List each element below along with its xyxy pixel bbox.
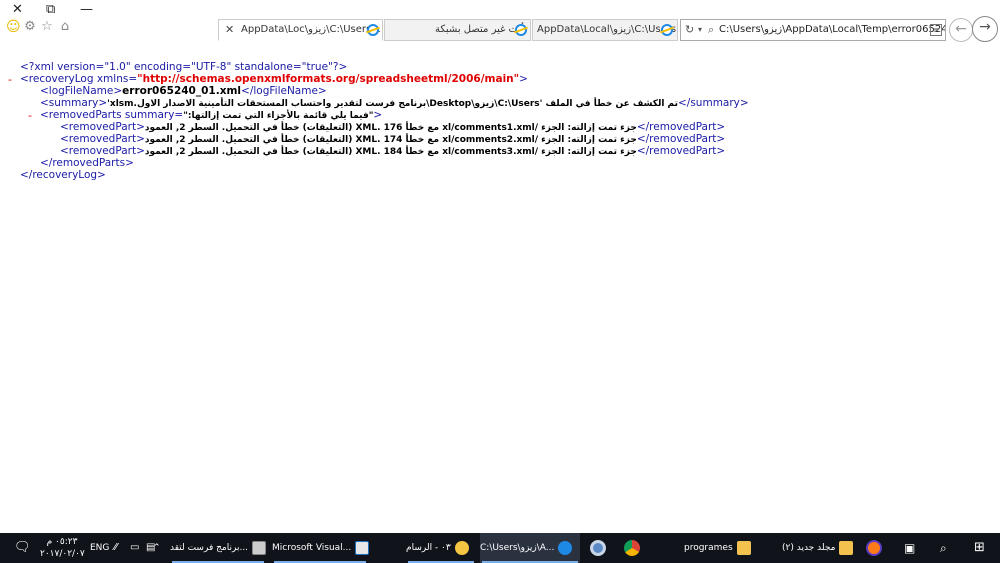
taskbar-item-label: programes (684, 543, 733, 553)
chevron-down-icon[interactable]: ▾ (698, 20, 702, 40)
taskbar-chrome[interactable] (624, 533, 640, 563)
battery-icon[interactable]: ▭ (130, 533, 139, 563)
taskbar: 🗨 ٠٥:٢٣ م ٢٠١٧/٠٢/٠٧ ENG ⁄⁄ ▭ ▤ ⌃ برنامج… (0, 533, 1000, 563)
home-icon[interactable]: ⌂ (58, 20, 72, 34)
tab-close-icon[interactable]: ✕ (225, 20, 234, 40)
ie-icon (558, 540, 573, 555)
taskbar-item-label: ٠٣ - الرسام (406, 543, 451, 553)
windows-start-icon[interactable]: ⊞ (974, 533, 985, 563)
ie-icon (367, 24, 379, 36)
back-button[interactable]: ← (949, 18, 973, 42)
chrome-icon (624, 539, 640, 556)
folder-icon (839, 540, 854, 555)
paint-icon (454, 540, 469, 555)
removed-part-row: <removedPart>جزء تمت إزالته: الجزء /xl/c… (60, 145, 726, 157)
recovery-log-close: </recoveryLog> (20, 169, 106, 181)
search-icon: ⌕ (708, 23, 715, 36)
wifi-icon[interactable]: ⁄⁄ (114, 533, 117, 563)
app-icon (590, 539, 606, 556)
taskbar-item-label: Microsoft Visual... (272, 543, 352, 553)
forward-button[interactable]: → (972, 16, 998, 42)
taskbar-app[interactable] (590, 533, 606, 563)
taskbar-item-label: مجلد جديد (٢) (782, 543, 836, 553)
removed-part-text: جزء تمت إزالته: الجزء /xl/comments3.xml … (144, 147, 637, 157)
tab-appdata[interactable]: AppData\Local\زيزو\C:\Users... (532, 19, 678, 41)
removed-parts-summary: "فيما يلي قائمة بالأجزاء التي تمت إزالته… (183, 111, 374, 121)
minimize-window-icon[interactable]: — (80, 2, 93, 17)
taskbar-item-excel-file[interactable]: برنامج فرست لتقد... (170, 533, 267, 563)
taskbar-item-visual-basic[interactable]: Microsoft Visual... (272, 533, 370, 563)
taskbar-firefox[interactable] (866, 533, 882, 563)
chevron-up-icon[interactable]: ⌃ (153, 533, 161, 563)
feedback-smiley-icon[interactable]: ☺ (6, 20, 21, 34)
firefox-icon (866, 539, 882, 556)
close-window-icon[interactable]: ✕ (12, 2, 23, 17)
excel-file-icon (252, 540, 267, 555)
settings-gear-icon[interactable]: ⚙ (23, 20, 37, 34)
tab-label: AppData\Local\زيزو\C:\Users... (537, 24, 677, 35)
logfile-value: error065240_01.xml (122, 85, 242, 97)
address-url: C:\Users\زيزو\AppData\Local\Temp\error06… (719, 24, 946, 35)
tab-label: AppData\Loc\زيزو\C:\Users... (241, 24, 381, 35)
tab-label: أنت غير متصل بشبكة (435, 24, 524, 35)
language-indicator[interactable]: ENG (90, 533, 109, 563)
tab-offline[interactable]: أنت غير متصل بشبكة (384, 19, 531, 41)
restore-window-icon[interactable]: ⧉ (46, 2, 55, 17)
tab-error-xml[interactable]: ✕ AppData\Loc\زيزو\C:\Users... (218, 19, 383, 41)
ie-icon (515, 24, 527, 36)
collapse-toggle[interactable]: - (28, 109, 32, 122)
notifications-icon[interactable]: 🗨 (14, 533, 31, 563)
browser-chrome: ✕ ⧉ — ☺ ⚙ ☆ ⌂ ✕ AppData\Loc\زيزو\C:\User… (0, 0, 1000, 44)
page-icon: ≡ (930, 24, 942, 36)
xml-viewer: <?xml version="1.0" encoding="UTF-8" sta… (0, 58, 1000, 528)
summary-value: تم الكشف عن خطأ في الملف 'C:\Users\زيزو\… (107, 99, 678, 109)
favorites-star-icon[interactable]: ☆ (40, 20, 54, 34)
clock-date: ٢٠١٧/٠٢/٠٧ (40, 549, 85, 559)
removed-part-text: جزء تمت إزالته: الجزء /xl/comments2.xml … (144, 135, 637, 145)
clock[interactable]: ٠٥:٢٣ م ٢٠١٧/٠٢/٠٧ (40, 536, 85, 560)
taskbar-item-programes[interactable]: programes (684, 533, 754, 563)
taskbar-item-label: C:\Users\زيزو\A... (480, 543, 555, 553)
taskbar-item-label: برنامج فرست لتقد... (170, 543, 249, 553)
ie-icon (661, 24, 673, 36)
taskbar-item-paint[interactable]: ٠٣ - الرسام (406, 533, 476, 563)
taskbar-item-new-folder[interactable]: مجلد جديد (٢) (782, 533, 854, 563)
visual-basic-icon (355, 540, 370, 555)
task-view-icon[interactable]: ▣ (904, 533, 915, 563)
address-bar[interactable]: ↻ ▾ ⌕ C:\Users\زيزو\AppData\Local\Temp\e… (680, 19, 946, 41)
search-icon[interactable]: ⌕ (940, 533, 947, 563)
refresh-icon[interactable]: ↻ (685, 20, 694, 40)
collapse-toggle[interactable]: - (8, 73, 12, 86)
xmlns-value: "http://schemas.openxmlformats.org/sprea… (137, 73, 520, 85)
folder-icon (736, 540, 751, 555)
clock-time: ٠٥:٢٣ م (46, 537, 78, 547)
removed-part-text: جزء تمت إزالته: الجزء /xl/comments1.xml … (144, 123, 637, 133)
taskbar-item-internet-explorer[interactable]: C:\Users\زيزو\A... (480, 533, 580, 563)
